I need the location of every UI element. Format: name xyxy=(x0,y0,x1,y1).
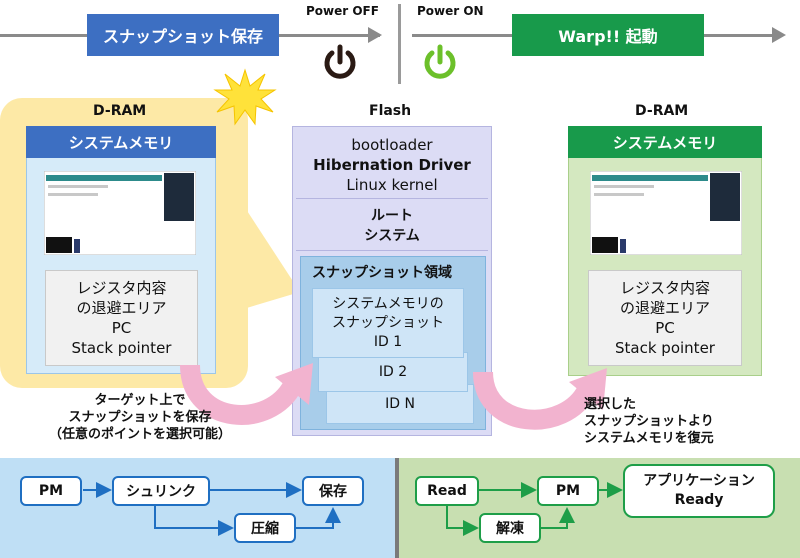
flow-pm-label: PM xyxy=(38,483,64,499)
flash-boot-section: bootloader Hibernation Driver Linux kern… xyxy=(296,131,488,199)
root-line-2: システム xyxy=(364,227,420,244)
snapshot-save-label: スナップショット保存 xyxy=(102,27,263,46)
flow-decompress-box: 解凍 xyxy=(479,513,541,543)
bottom-left-connectors xyxy=(83,482,341,536)
flow-pm-box: PM xyxy=(20,476,82,506)
left-register-line-1: レジスタ内容 xyxy=(76,279,167,297)
right-register-line-4: Stack pointer xyxy=(615,339,715,357)
flash-heading: Flash xyxy=(369,103,412,119)
flow-app-ready-box: アプリケーション Ready xyxy=(623,464,775,518)
flash-root-section: ルート システム xyxy=(296,201,488,251)
left-register-line-3: PC xyxy=(111,319,132,337)
snapshot-card-id2: ID 2 xyxy=(318,352,468,392)
flow-app-line-2: Ready xyxy=(674,492,724,508)
snapshot-card-line-2: スナップショット xyxy=(332,314,444,331)
snapshot-save-banner: スナップショット保存 xyxy=(87,14,279,56)
snapshot-idn-label: ID N xyxy=(385,396,415,412)
left-dram-heading: D-RAM xyxy=(93,103,147,119)
left-register-area: レジスタ内容 の退避エリア PC Stack pointer xyxy=(45,270,198,366)
flow-save-box: 保存 xyxy=(302,476,364,506)
restore-note-line-2: スナップショットより xyxy=(584,414,714,429)
left-register-line-2: の退避エリア xyxy=(76,299,167,317)
save-note-line-2: スナップショットを保存 xyxy=(68,410,212,425)
left-dram-title-text: システムメモリ xyxy=(68,133,174,152)
right-dram-heading: D-RAM xyxy=(635,103,689,119)
timeline-divider xyxy=(398,4,401,84)
snapshot-id2-label: ID 2 xyxy=(378,364,408,380)
restore-note: 選択した スナップショットより システムメモリを復元 xyxy=(584,396,714,447)
restore-note-line-1: 選択した xyxy=(584,397,637,412)
screenshot-thumbnail-icon xyxy=(590,171,742,255)
timeline-arrowhead-right xyxy=(772,27,786,43)
root-line-1: ルート xyxy=(371,207,413,224)
flow-save-label: 保存 xyxy=(319,484,347,500)
right-register-line-1: レジスタ内容 xyxy=(619,279,710,297)
snapshot-card-line-1: システムメモリの xyxy=(332,295,444,312)
flow-pm2-label: PM xyxy=(555,483,581,499)
bootloader-label: bootloader xyxy=(351,135,433,154)
screenshot-thumbnail-icon xyxy=(44,171,196,255)
timeline-arrowhead-left xyxy=(368,27,382,43)
hibernation-driver-label: Hibernation Driver xyxy=(313,155,471,174)
flow-read-label: Read xyxy=(427,483,467,499)
flow-shrink-label: シュリンク xyxy=(126,484,196,500)
save-note-line-3: （任意のポイントを選択可能） xyxy=(48,427,231,442)
right-register-area: レジスタ内容 の退避エリア PC Stack pointer xyxy=(588,270,742,366)
save-note-line-1: ターゲット上で xyxy=(94,393,186,408)
snapshot-area-title: スナップショット領域 xyxy=(312,265,452,281)
flow-compress-box: 圧縮 xyxy=(234,513,296,543)
flow-decompress-label: 解凍 xyxy=(496,521,524,537)
power-off-label: Power OFF xyxy=(306,4,379,18)
power-on-icon xyxy=(424,44,456,79)
right-dram-title-text: システムメモリ xyxy=(612,133,718,152)
flow-compress-label: 圧縮 xyxy=(251,521,279,537)
right-register-line-2: の退避エリア xyxy=(619,299,710,317)
flow-shrink-box: シュリンク xyxy=(112,476,210,506)
flow-read-box: Read xyxy=(415,476,479,506)
warp-boot-banner: Warp!! 起動 xyxy=(512,14,704,56)
snapshot-card-id1: システムメモリの スナップショット ID 1 xyxy=(312,288,464,358)
flow-app-line-1: アプリケーション xyxy=(643,473,755,489)
right-register-line-3: PC xyxy=(655,319,675,337)
right-dram-title: システムメモリ xyxy=(568,126,762,158)
save-note: ターゲット上で スナップショットを保存 （任意のポイントを選択可能） xyxy=(30,392,250,443)
power-on-label: Power ON xyxy=(417,4,484,18)
flow-pm2-box: PM xyxy=(537,476,599,506)
burst-icon xyxy=(213,68,277,126)
snapshot-card-line-3: ID 1 xyxy=(373,333,403,350)
linux-kernel-label: Linux kernel xyxy=(346,175,438,194)
left-register-line-4: Stack pointer xyxy=(71,339,172,357)
warp-boot-label: Warp!! 起動 xyxy=(558,27,658,46)
power-off-icon xyxy=(324,44,356,79)
left-dram-title: システムメモリ xyxy=(26,126,216,158)
restore-note-line-3: システムメモリを復元 xyxy=(584,431,714,446)
